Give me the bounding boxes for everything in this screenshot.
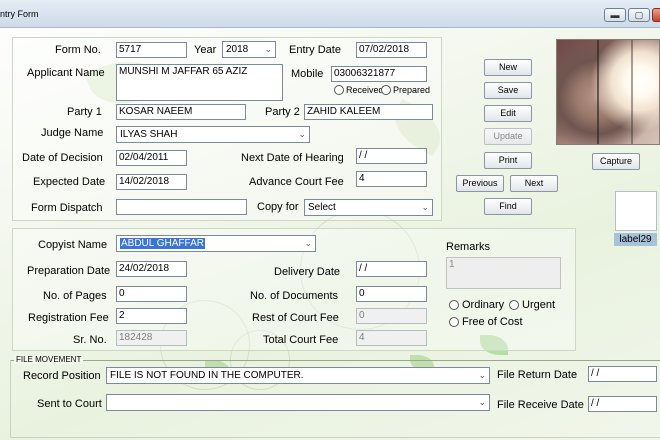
remarks-label: Remarks	[446, 241, 491, 253]
photo-detail	[631, 40, 633, 144]
judge-name-value: ILYAS SHAH	[120, 129, 178, 140]
registration-fee-field[interactable]: 2	[116, 308, 187, 324]
entry-date-field[interactable]: 07/02/2018	[356, 42, 427, 58]
record-position-select[interactable]: FILE IS NOT FOUND IN THE COMPUTER. ⌄	[106, 367, 490, 384]
free-of-cost-label: Free of Cost	[462, 316, 523, 328]
form-dispatch-field[interactable]	[116, 199, 247, 215]
applicant-name-label: Applicant Name	[27, 67, 105, 79]
copyist-name-label: Copyist Name	[38, 239, 108, 251]
date-of-decision-label: Date of Decision	[22, 152, 103, 164]
save-button[interactable]: Save	[484, 82, 532, 99]
edit-button[interactable]: Edit	[484, 105, 532, 122]
maximize-button[interactable]: ▢	[628, 8, 650, 22]
print-button[interactable]: Print	[484, 152, 532, 169]
rest-court-fee-label: Rest of Court Fee	[252, 312, 339, 324]
find-button[interactable]: Find	[484, 198, 532, 215]
judge-name-select[interactable]: ILYAS SHAH ⌄	[116, 126, 310, 143]
year-value: 2018	[226, 44, 249, 55]
title-bar: ntry Form ▬ ▢	[0, 0, 660, 28]
next-hearing-field[interactable]: / /	[356, 148, 427, 164]
file-receive-date-label: File Receive Date	[497, 399, 584, 411]
copyist-name-select[interactable]: ABDUL GHAFFAR ⌄	[116, 235, 316, 252]
next-hearing-label: Next Date of Hearing	[241, 152, 344, 164]
record-position-label: Record Position	[23, 370, 101, 382]
prepared-label: Prepared	[393, 85, 431, 95]
preparation-date-field[interactable]: 24/02/2018	[116, 261, 187, 277]
received-radio[interactable]	[334, 85, 344, 95]
party2-field[interactable]: ZAHID KALEEM	[304, 104, 433, 120]
copy-for-value: Select	[308, 202, 336, 213]
record-position-value: FILE IS NOT FOUND IN THE COMPUTER.	[110, 370, 304, 381]
file-movement-legend: FILE MOVEMENT	[14, 355, 84, 364]
chevron-down-icon[interactable]: ⌄	[478, 395, 486, 410]
year-select[interactable]: 2018 ⌄	[222, 41, 276, 58]
registration-fee-label: Registration Fee	[28, 312, 109, 324]
delivery-date-field[interactable]: / /	[356, 261, 427, 277]
party1-label: Party 1	[67, 106, 102, 118]
date-of-decision-field[interactable]: 02/04/2011	[116, 150, 187, 166]
previous-button[interactable]: Previous	[456, 175, 504, 192]
rest-court-fee-field[interactable]: 0	[356, 308, 427, 324]
advance-court-fee-field[interactable]: 4	[356, 171, 427, 187]
expected-date-label: Expected Date	[33, 176, 106, 188]
total-court-fee-field[interactable]: 4	[356, 330, 427, 346]
minimize-button[interactable]: ▬	[604, 8, 626, 22]
total-court-fee-label: Total Court Fee	[263, 334, 339, 346]
no-of-pages-field[interactable]: 0	[116, 286, 187, 302]
sr-no-field[interactable]: 182428	[116, 330, 187, 346]
received-label: Received	[346, 85, 384, 95]
delivery-date-label: Delivery Date	[274, 266, 341, 278]
expected-date-field[interactable]: 14/02/2018	[116, 174, 187, 190]
file-receive-date-field[interactable]: / /	[588, 396, 657, 412]
party2-label: Party 2	[265, 106, 300, 118]
applicant-name-field[interactable]: MUNSHI M JAFFAR 65 AZIZ	[116, 64, 283, 101]
ordinary-label: Ordinary	[462, 299, 505, 311]
urgent-label: Urgent	[522, 299, 556, 311]
prepared-radio[interactable]	[381, 85, 391, 95]
party1-field[interactable]: KOSAR NAEEM	[116, 104, 246, 120]
form-dispatch-label: Form Dispatch	[31, 202, 103, 214]
signature-box	[615, 191, 657, 231]
form-no-label: Form No.	[55, 44, 101, 56]
next-button[interactable]: Next	[510, 175, 558, 192]
capture-button[interactable]: Capture	[592, 153, 640, 170]
entry-date-label: Entry Date	[289, 44, 341, 56]
no-of-documents-field[interactable]: 0	[356, 286, 427, 302]
file-return-date-field[interactable]: / /	[588, 366, 657, 382]
close-button[interactable]	[652, 8, 660, 22]
ordinary-radio[interactable]	[449, 300, 459, 310]
photo-detail	[597, 40, 599, 144]
window-title: ntry Form	[0, 9, 39, 19]
year-label: Year	[194, 44, 217, 56]
applicant-photo	[556, 39, 660, 145]
judge-name-label: Judge Name	[41, 127, 104, 139]
update-button[interactable]: Update	[484, 128, 532, 145]
urgent-radio[interactable]	[509, 300, 519, 310]
sent-to-court-select[interactable]: ⌄	[106, 394, 490, 411]
preparation-date-label: Preparation Date	[27, 265, 111, 277]
label29: label29	[614, 233, 657, 246]
sr-no-label: Sr. No.	[73, 334, 107, 346]
free-of-cost-radio[interactable]	[449, 317, 459, 327]
form-no-field[interactable]: 5717	[116, 42, 187, 58]
file-return-date-label: File Return Date	[497, 369, 578, 381]
chevron-down-icon[interactable]: ⌄	[304, 236, 312, 251]
remarks-field[interactable]: 1	[446, 257, 561, 289]
chevron-down-icon[interactable]: ⌄	[264, 42, 272, 57]
advance-court-fee-label: Advance Court Fee	[249, 176, 344, 188]
new-button[interactable]: New	[484, 59, 532, 76]
chevron-down-icon[interactable]: ⌄	[298, 127, 306, 142]
chevron-down-icon[interactable]: ⌄	[478, 368, 486, 383]
copy-for-select[interactable]: Select ⌄	[304, 199, 433, 216]
copy-for-label: Copy for	[257, 201, 299, 213]
sent-to-court-label: Sent to Court	[37, 398, 102, 410]
no-of-pages-label: No. of Pages	[43, 290, 107, 302]
chevron-down-icon[interactable]: ⌄	[421, 200, 429, 215]
no-of-documents-label: No. of Documents	[250, 290, 339, 302]
mobile-field[interactable]: 03006321877	[331, 66, 427, 82]
mobile-label: Mobile	[291, 68, 324, 80]
copyist-name-value: ABDUL GHAFFAR	[120, 238, 205, 249]
